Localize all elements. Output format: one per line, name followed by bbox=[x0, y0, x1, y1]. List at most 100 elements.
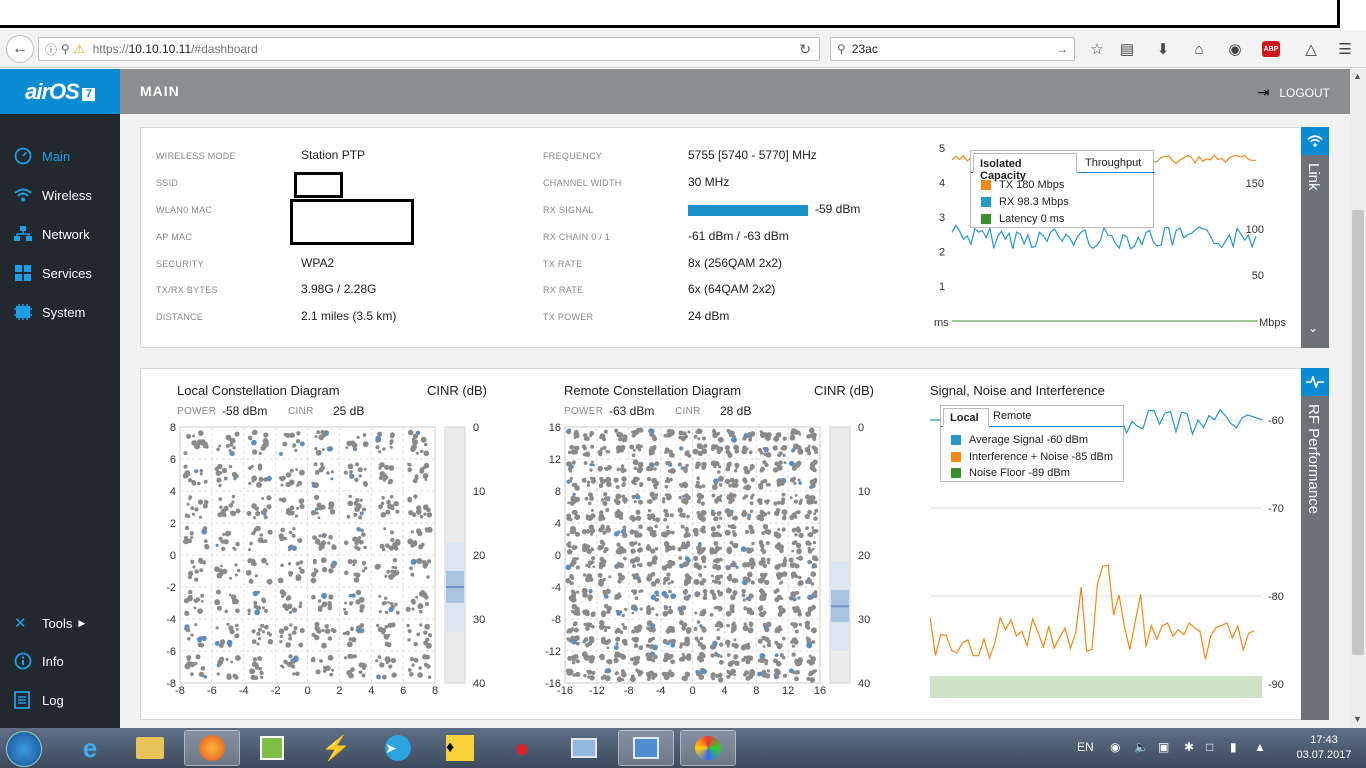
scrollbar-thumb[interactable] bbox=[1352, 210, 1364, 655]
constellation-point bbox=[388, 478, 394, 484]
sidebar-item-services[interactable]: Services bbox=[14, 262, 92, 284]
constellation-point bbox=[616, 542, 621, 547]
back-button[interactable]: ← bbox=[6, 35, 34, 63]
tray-power-icon[interactable]: ▮ bbox=[1230, 740, 1237, 754]
constellation-point bbox=[603, 546, 609, 552]
taskbar-control-icon[interactable] bbox=[618, 730, 674, 766]
constellation-point bbox=[635, 515, 642, 521]
taskbar-clock[interactable]: 17:43 03.07.2017 bbox=[1288, 733, 1360, 763]
rf-side-tab[interactable]: RF Performance bbox=[1301, 368, 1329, 720]
constellation-point bbox=[759, 430, 763, 434]
search-go-icon[interactable]: → bbox=[1056, 42, 1068, 56]
taskbar-acrobat-icon[interactable]: ● bbox=[494, 730, 550, 766]
constellation-point bbox=[712, 428, 716, 432]
tab-remote[interactable]: Remote bbox=[993, 410, 1032, 422]
constellation-point bbox=[773, 658, 778, 664]
home-icon[interactable]: ⌂ bbox=[1188, 38, 1210, 60]
tools-icon: ✕ bbox=[14, 615, 27, 632]
constellation-point bbox=[259, 670, 264, 676]
constellation-point bbox=[678, 508, 683, 513]
language-indicator[interactable]: EN bbox=[1077, 740, 1094, 754]
constellation-point bbox=[358, 662, 364, 668]
constellation-point bbox=[777, 528, 781, 531]
pocket-icon[interactable]: ◉ bbox=[1224, 38, 1246, 60]
reader-icon[interactable]: ▤ bbox=[1116, 38, 1138, 60]
constellation-point bbox=[606, 668, 612, 674]
constellation-point bbox=[590, 444, 595, 449]
constellation-point bbox=[313, 462, 318, 467]
constellation-point bbox=[321, 642, 327, 649]
url-bar[interactable]: ⓘ ⚲ ⚠ https:// 10.10.10.11 /#dashboard ↻ bbox=[38, 37, 820, 61]
constellation-point bbox=[231, 494, 236, 499]
constellation-point bbox=[694, 532, 699, 537]
taskbar-explorer-icon[interactable] bbox=[122, 730, 178, 766]
scroll-up-icon[interactable]: ▲ bbox=[1353, 71, 1362, 81]
constellation-point bbox=[794, 533, 798, 537]
constellation-point bbox=[424, 478, 428, 481]
constellation-point bbox=[228, 593, 232, 597]
constellation-point bbox=[716, 511, 721, 516]
constellation-point bbox=[567, 544, 572, 549]
sidebar-item-tools[interactable]: ✕ Tools ▶ bbox=[14, 612, 85, 634]
taskbar-network-icon[interactable] bbox=[556, 730, 612, 766]
constellation-point bbox=[315, 669, 321, 675]
constellation-point bbox=[294, 448, 298, 453]
tray-network-icon[interactable]: ▲ bbox=[1254, 740, 1266, 754]
constellation-point bbox=[299, 503, 305, 510]
constellation-point bbox=[746, 607, 753, 614]
constellation-point bbox=[348, 494, 352, 499]
constellation-point bbox=[623, 500, 627, 504]
taskbar-winamp-icon[interactable]: ⚡ bbox=[308, 730, 364, 766]
constellation-point bbox=[423, 640, 429, 646]
constellation-point bbox=[811, 445, 816, 450]
taskbar-ie-icon[interactable]: e bbox=[62, 730, 118, 766]
menu-icon[interactable]: ☰ bbox=[1334, 38, 1356, 60]
tray-volume-icon[interactable]: 🔈 bbox=[1134, 740, 1149, 754]
sidebar-item-system[interactable]: System bbox=[14, 301, 85, 323]
bookmark-star-icon[interactable]: ☆ bbox=[1086, 38, 1108, 60]
constellation-point bbox=[183, 539, 189, 545]
reload-icon[interactable]: ↻ bbox=[799, 41, 811, 58]
sidebar-item-network[interactable]: Network bbox=[14, 223, 90, 245]
axis-tick-right: -80 bbox=[1268, 591, 1284, 603]
sidebar-item-wireless[interactable]: Wireless bbox=[14, 184, 92, 206]
constellation-point bbox=[407, 638, 411, 642]
taskbar-thebat-icon[interactable]: ♦ bbox=[432, 730, 488, 766]
sidebar-item-log[interactable]: Log bbox=[14, 689, 64, 711]
constellation-point bbox=[698, 484, 703, 489]
logout-button[interactable]: ⇥ LOGOUT bbox=[1258, 84, 1330, 101]
sidebar-item-main[interactable]: Main bbox=[14, 145, 70, 167]
tab-local[interactable]: Local bbox=[943, 408, 989, 427]
start-button[interactable] bbox=[6, 731, 42, 767]
taskbar-paint-icon[interactable] bbox=[680, 730, 736, 766]
constellation-point bbox=[573, 445, 578, 450]
constellation-point bbox=[325, 665, 330, 670]
taskbar-firefox-icon[interactable] bbox=[184, 730, 240, 766]
tab-isolated-capacity[interactable]: Isolated Capacity bbox=[973, 153, 1077, 182]
constellation-point bbox=[662, 497, 666, 501]
constellation-point bbox=[282, 591, 287, 596]
link-side-tab[interactable]: Link ⌄ bbox=[1301, 127, 1329, 348]
tray-e-icon[interactable]: ◉ bbox=[1110, 740, 1120, 754]
constellation-point bbox=[194, 443, 201, 450]
extension-icon[interactable]: △ bbox=[1300, 38, 1322, 60]
tray-nvidia-icon[interactable]: ▣ bbox=[1158, 740, 1169, 754]
tray-device-icon[interactable]: □ bbox=[1206, 740, 1213, 754]
constellation-point bbox=[418, 609, 423, 614]
tray-bluetooth-icon[interactable]: ✱ bbox=[1184, 740, 1194, 754]
taskbar-app-icon[interactable] bbox=[244, 730, 300, 766]
status-value: -59 dBm bbox=[815, 202, 861, 216]
taskbar-telegram-icon[interactable]: ➤ bbox=[370, 730, 426, 766]
search-icon: ⚲ bbox=[837, 42, 846, 56]
chevron-down-icon[interactable]: ⌄ bbox=[1308, 321, 1318, 335]
sidebar-item-info[interactable]: Info bbox=[14, 650, 64, 672]
constellation-point bbox=[633, 500, 637, 504]
adblock-icon[interactable]: ABP bbox=[1262, 41, 1280, 57]
tab-throughput[interactable]: Throughput bbox=[1085, 157, 1141, 169]
search-box[interactable]: ⚲ 23ac → bbox=[830, 37, 1075, 61]
scroll-down-icon[interactable]: ▼ bbox=[1353, 714, 1362, 724]
constellation-point bbox=[760, 557, 766, 562]
download-icon[interactable]: ⬇ bbox=[1152, 38, 1174, 60]
constellation-point bbox=[358, 670, 363, 674]
constellation-point bbox=[654, 496, 658, 500]
